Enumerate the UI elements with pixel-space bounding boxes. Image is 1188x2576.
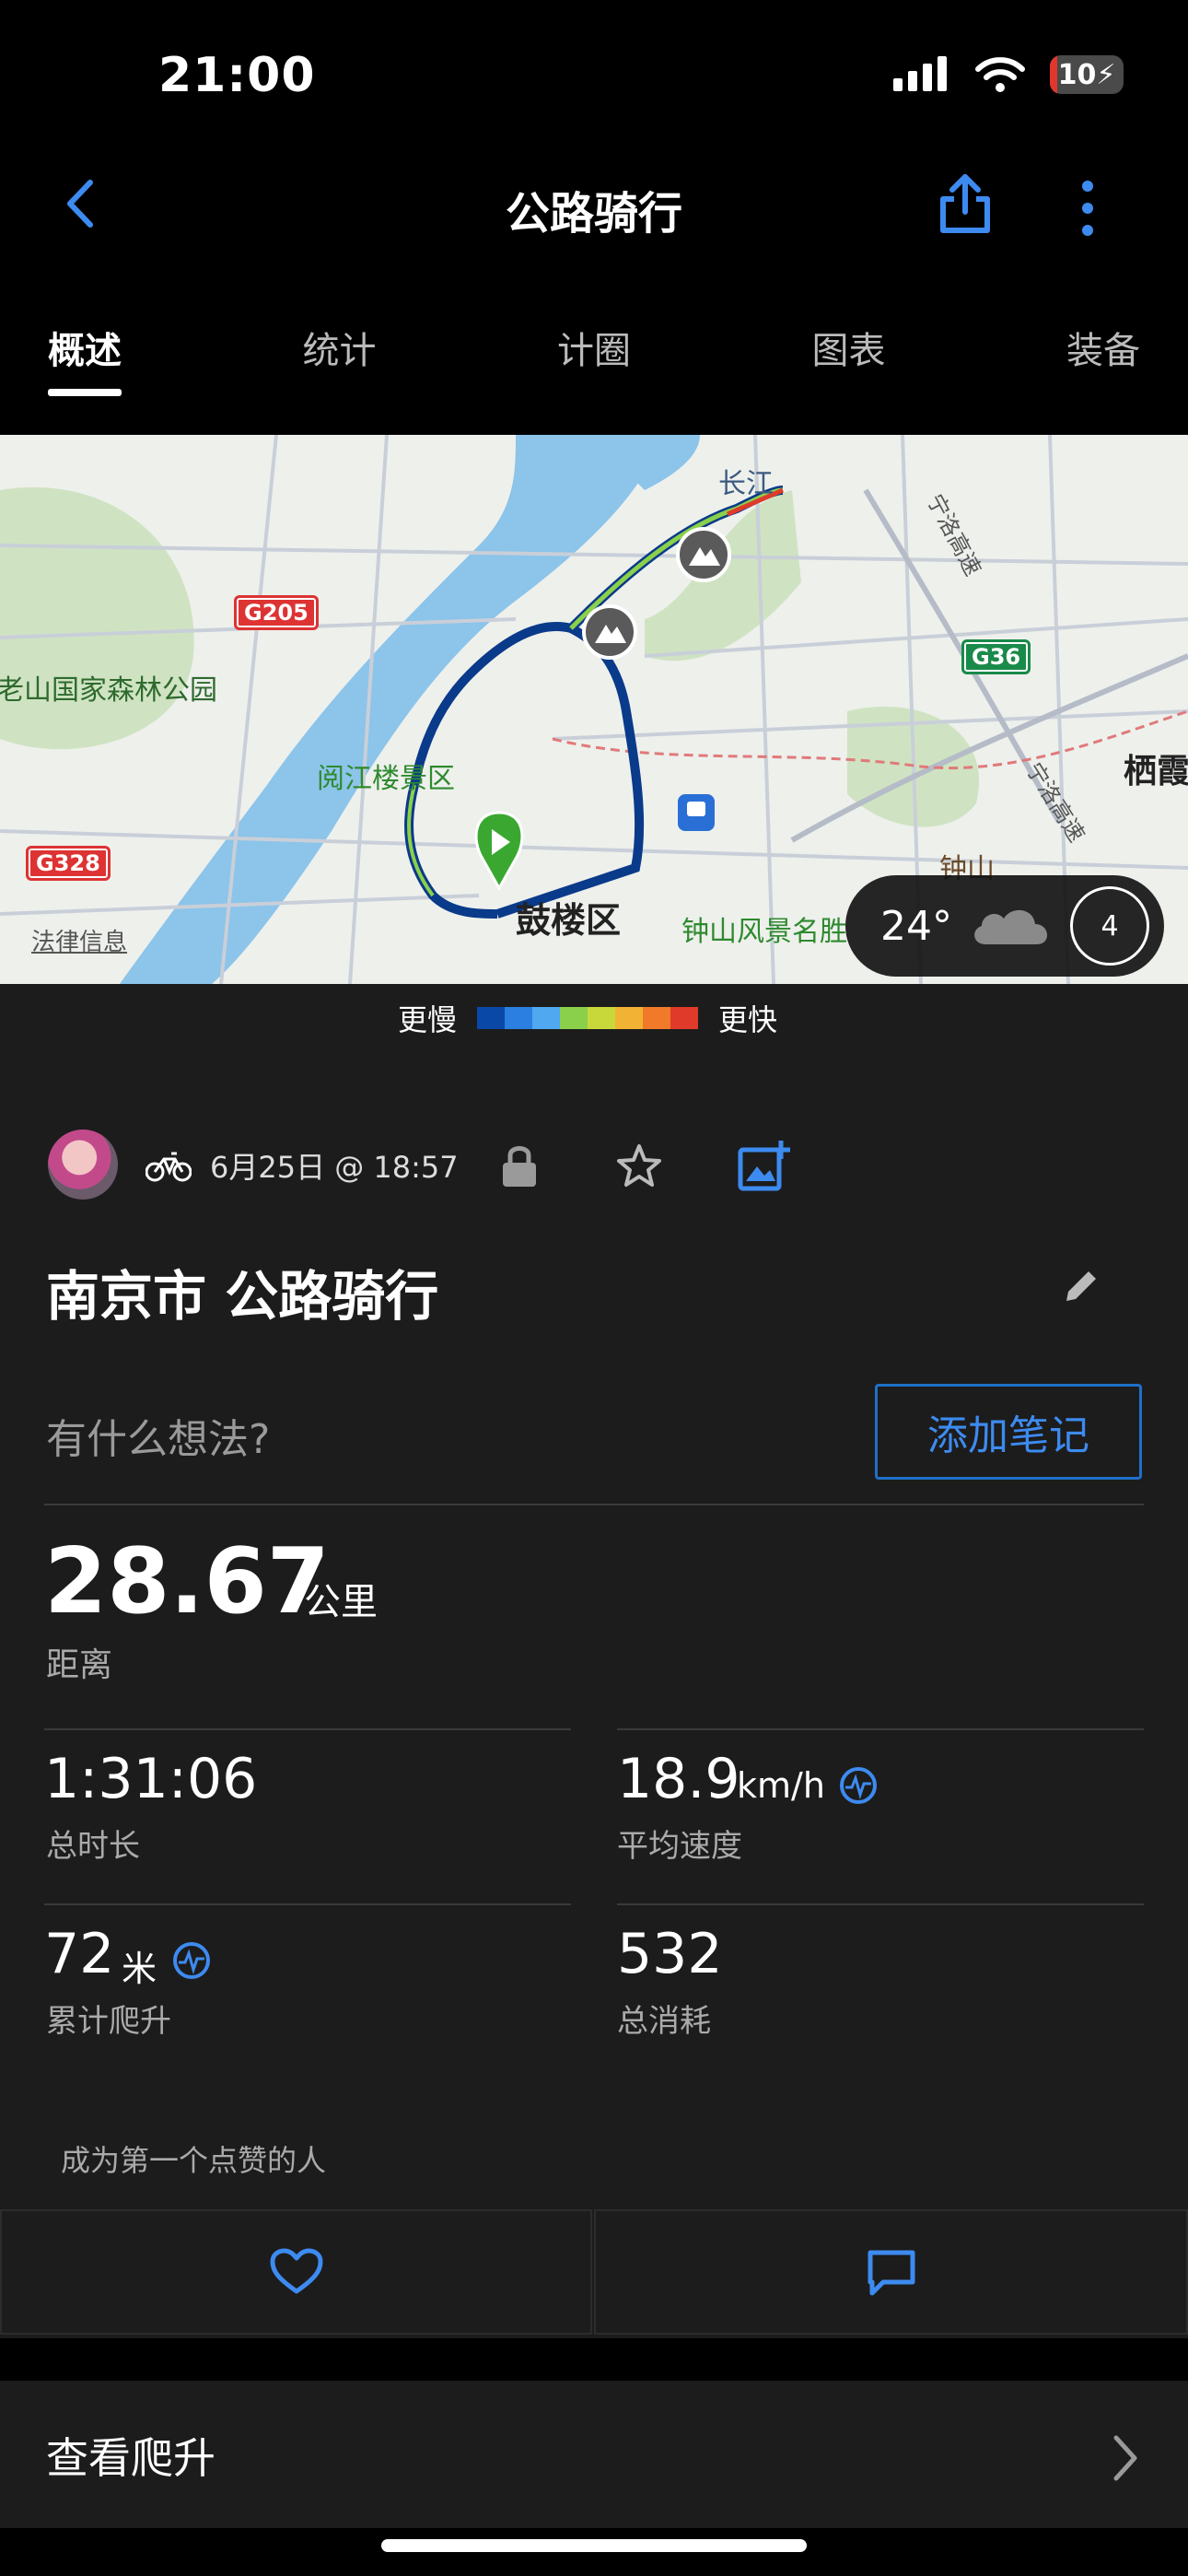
status-time: 21:00 (158, 48, 316, 103)
share-icon (940, 174, 990, 233)
edit-icon[interactable] (1059, 1264, 1103, 1308)
tab-bar: 概述 统计 计圈 图表 装备 (0, 304, 1188, 415)
legal-info-link[interactable]: 法律信息 (31, 923, 127, 957)
distance-value: 28.67 (44, 1529, 330, 1634)
duration-value: 1:31:06 (44, 1747, 258, 1811)
bike-icon (146, 1152, 192, 1182)
calories-label: 总消耗 (617, 2003, 711, 2040)
start-marker[interactable] (474, 811, 524, 892)
summit-marker-2[interactable] (582, 604, 637, 660)
cloud-icon (974, 909, 1048, 944)
road-badge-g205: G205 (234, 595, 319, 630)
divider (617, 1903, 1144, 1905)
tab-gear[interactable]: 装备 (1066, 304, 1140, 396)
battery-icon: 10 ⚡ (1050, 55, 1124, 94)
star-icon[interactable] (615, 1142, 663, 1190)
lock-icon[interactable] (499, 1142, 540, 1188)
gradient-segment (477, 1007, 506, 1029)
add-note-button[interactable]: 添加笔记 (875, 1384, 1142, 1480)
add-photo-icon[interactable] (737, 1139, 792, 1192)
gradient-segment (532, 1007, 561, 1029)
comment-icon (868, 2250, 914, 2296)
gradient-segment (670, 1007, 699, 1029)
gradient-segment (505, 1007, 533, 1029)
divider (44, 1728, 571, 1730)
map-label-gulou: 鼓楼区 (516, 900, 622, 941)
elevation-value: 72 (44, 1922, 115, 1986)
elevation-label: 累计爬升 (46, 2003, 171, 2040)
avg-speed-unit: km/h (737, 1765, 825, 1806)
wind-speed: 4 (1101, 909, 1119, 943)
map-label-laoshan: 老山国家森林公园 (0, 674, 217, 707)
map-label-qixia: 栖霞 (1124, 753, 1188, 790)
divider (617, 1728, 1144, 1730)
gradient-segment (588, 1007, 616, 1029)
divider (44, 1903, 571, 1905)
heart-icon (270, 2248, 322, 2294)
speed-gradient-bar (477, 1007, 699, 1029)
map-label-yangtze: 长江 (718, 468, 774, 500)
tab-overview[interactable]: 概述 (48, 304, 122, 396)
gradient-segment (615, 1007, 644, 1029)
avg-speed-label: 平均速度 (617, 1828, 742, 1865)
calories-value: 532 (617, 1922, 723, 1986)
wifi-icon (975, 57, 1025, 92)
likes-text: 成为第一个点赞的人 (61, 2143, 327, 2178)
legend-faster-label: 更快 (718, 1002, 778, 1037)
elevation-unit: 米 (122, 1949, 157, 1989)
view-climb-label: 查看爬升 (46, 2433, 215, 2483)
status-icons: 10 ⚡ (893, 55, 1124, 94)
road-badge-g36: G36 (961, 639, 1031, 674)
share-button[interactable] (936, 171, 1000, 245)
sensor-data-icon[interactable] (171, 1940, 212, 1981)
tab-charts[interactable]: 图表 (812, 304, 886, 396)
activity-title: 南京市 公路骑行 (46, 1265, 439, 1328)
weather-temperature: 24° (880, 902, 952, 950)
avg-speed-value: 18.9 (617, 1747, 740, 1811)
map-label-zhongshan-scenic: 钟山风景名胜 (681, 916, 847, 948)
gradient-segment (560, 1007, 588, 1029)
road-badge-g328: G328 (26, 846, 111, 881)
tab-stats[interactable]: 统计 (303, 304, 377, 396)
distance-unit: 公里 (304, 1581, 378, 1623)
gradient-segment (643, 1007, 671, 1029)
chevron-right-icon (1113, 2435, 1137, 2481)
notes-input[interactable]: 有什么想法? (46, 1406, 270, 1465)
distance-label: 距离 (46, 1646, 113, 1684)
legend-slower-label: 更慢 (398, 1002, 458, 1037)
cellular-signal-icon (893, 56, 947, 91)
like-button[interactable] (0, 2209, 592, 2335)
more-vertical-icon (1082, 181, 1093, 236)
speed-legend-row: 更慢 更快 (398, 997, 777, 1039)
home-indicator[interactable] (381, 2539, 807, 2552)
page-title: 公路骑行 (505, 188, 682, 240)
activity-date: 6月25日 @ 18:57 (210, 1150, 459, 1185)
wind-indicator: 4 (1070, 886, 1149, 966)
divider (44, 1504, 1144, 1505)
sensor-data-icon[interactable] (838, 1765, 879, 1806)
weather-pill[interactable]: 24° 4 (845, 875, 1164, 977)
summit-marker-1[interactable] (676, 527, 731, 582)
map-label-yuejianglou: 阅江楼景区 (317, 763, 455, 795)
metro-icon (678, 794, 715, 831)
duration-label: 总时长 (46, 1828, 140, 1865)
more-options-button[interactable] (1074, 173, 1129, 247)
avatar[interactable] (48, 1130, 118, 1200)
tab-laps[interactable]: 计圈 (557, 304, 631, 396)
comment-button[interactable] (594, 2209, 1188, 2335)
